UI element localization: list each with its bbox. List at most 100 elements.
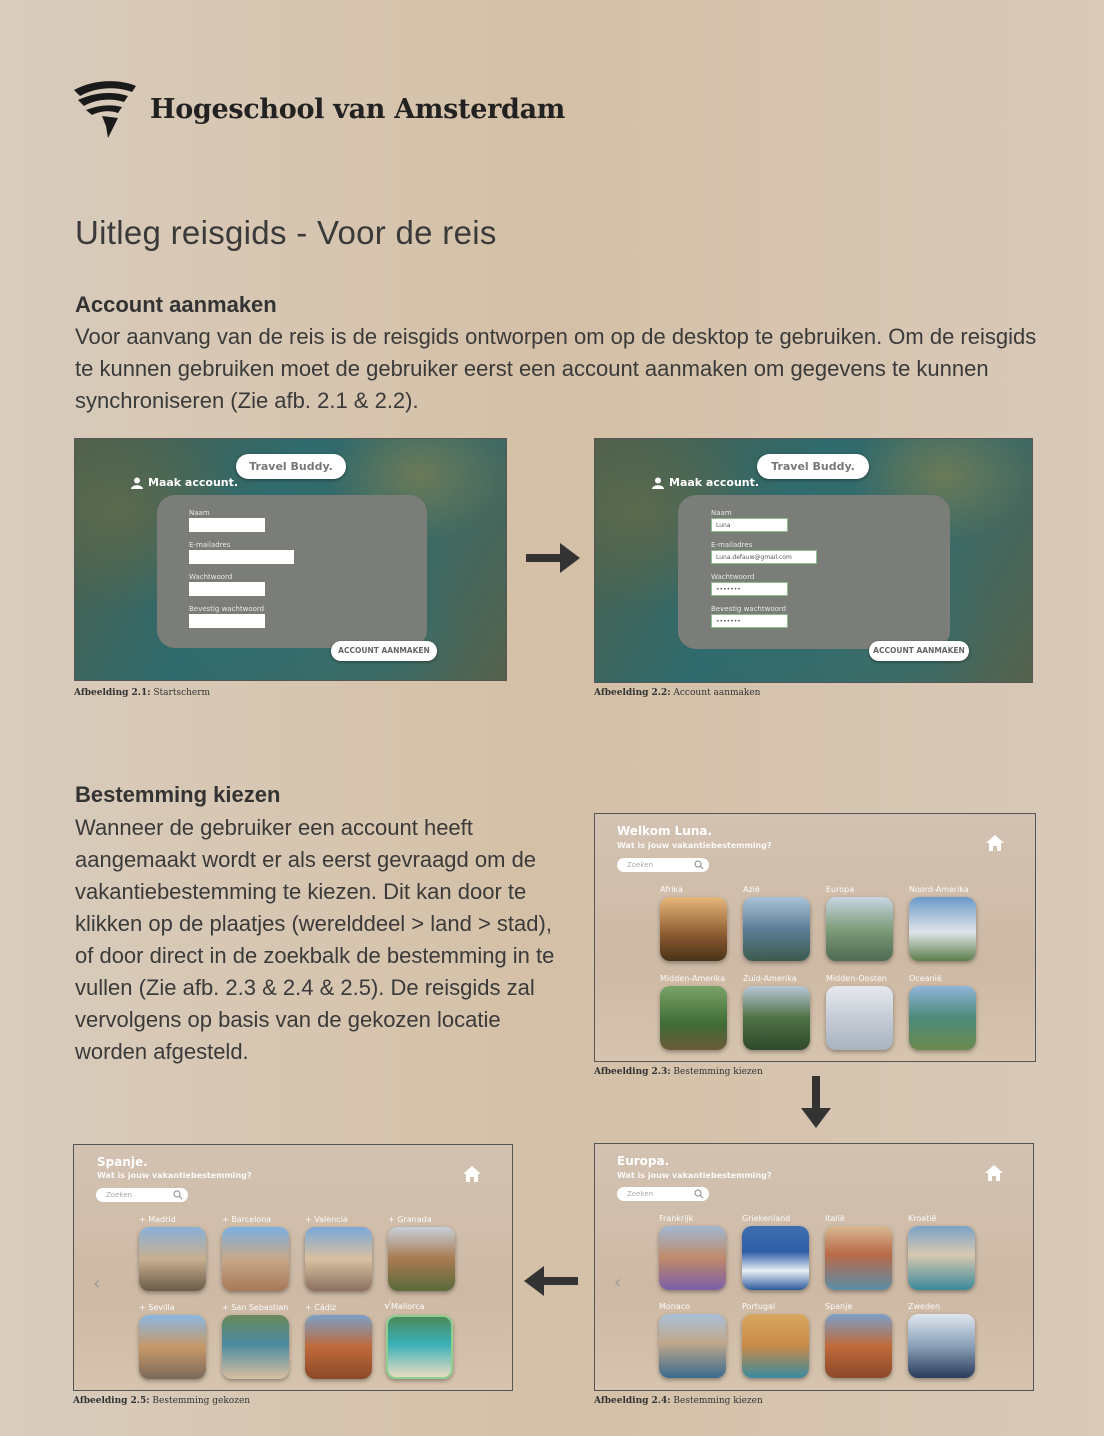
tile-label: Kroatië — [908, 1214, 937, 1223]
arrow-left-icon — [524, 1266, 578, 1296]
tile-valencia[interactable] — [305, 1227, 372, 1291]
password-input[interactable] — [189, 582, 265, 596]
arrow-down-icon — [801, 1076, 831, 1128]
create-account-button[interactable]: ACCOUNT AANMAKEN — [331, 641, 437, 661]
email-input[interactable]: Luna.defauw@gmail.com — [711, 550, 817, 564]
tile-midden-amerika[interactable] — [660, 986, 727, 1050]
tile-label-selected: √Mallorca — [384, 1299, 425, 1312]
tile-monaco[interactable] — [659, 1314, 726, 1378]
tile-label: Frankrijk — [659, 1214, 694, 1223]
naam-input[interactable] — [189, 518, 265, 532]
tile-frankrijk[interactable] — [659, 1226, 726, 1290]
tile-afrika[interactable] — [660, 897, 727, 961]
tile-griekenland[interactable] — [742, 1226, 809, 1290]
account-body: Voor aanvang van de reis is de reisgids … — [75, 324, 1037, 413]
screenshot-bestemming-gekozen: Spanje. Wat is jouw vakantiebestemming? … — [73, 1144, 513, 1391]
search-input[interactable]: Zoeken — [96, 1188, 188, 1202]
tile-label: Afrika — [660, 885, 683, 894]
tile-kroatie[interactable] — [908, 1226, 975, 1290]
confirm-password-input[interactable]: ••••••• — [711, 614, 788, 628]
field-label-bevestig: Bevestig wachtwoord — [711, 605, 787, 613]
chevron-left-icon[interactable]: ‹ — [614, 1272, 621, 1293]
screen-subtitle: Wat is jouw vakantiebestemming? — [617, 841, 772, 850]
destination-heading: Bestemming kiezen — [75, 782, 281, 807]
search-input[interactable]: Zoeken — [617, 1187, 709, 1201]
email-input[interactable] — [189, 550, 294, 564]
naam-input[interactable]: Luna — [711, 518, 788, 532]
destination-body: Wanneer de gebruiker een account heeft a… — [75, 815, 555, 1064]
chevron-left-icon[interactable]: ‹ — [93, 1273, 100, 1294]
tile-label: + Cádiz — [305, 1303, 337, 1312]
hva-logo-icon — [74, 81, 136, 138]
search-icon — [173, 1190, 183, 1200]
tile-label: + Barcelona — [222, 1215, 272, 1224]
tile-midden-oosten[interactable] — [826, 986, 893, 1050]
tile-label: Spanje — [825, 1302, 853, 1311]
tile-azie[interactable] — [743, 897, 810, 961]
page-title: Uitleg reisgids - Voor de reis — [75, 214, 497, 251]
tile-granada[interactable] — [388, 1227, 455, 1291]
tile-label: + Granada — [388, 1215, 432, 1224]
tile-madrid[interactable] — [139, 1227, 206, 1291]
screenshot-bestemming-kiezen-land: Europa. Wat is jouw vakantiebestemming? … — [594, 1143, 1034, 1391]
caption-2-4: Afbeelding 2.4: Bestemming kiezen — [594, 1396, 763, 1406]
user-icon — [131, 477, 143, 489]
tile-label: Italië — [825, 1214, 845, 1223]
create-account-button[interactable]: ACCOUNT AANMAKEN — [869, 641, 969, 661]
brand-name: Hogeschool van Amsterdam — [150, 93, 566, 125]
caption-2-2: Afbeelding 2.2: Account aanmaken — [594, 688, 761, 698]
caption-2-3: Afbeelding 2.3: Bestemming kiezen — [594, 1067, 763, 1077]
tile-europa[interactable] — [826, 897, 893, 961]
screenshot-startscherm: Travel Buddy. Maak account. Naam E-maila… — [74, 438, 507, 681]
field-label-naam: Naam — [711, 509, 732, 517]
tile-san-sebastian[interactable] — [222, 1315, 289, 1379]
tile-label: Europa — [826, 885, 855, 894]
tile-barcelona[interactable] — [222, 1227, 289, 1291]
brand-logo: Hogeschool van Amsterdam — [72, 78, 565, 140]
create-account-label: Maak account. — [131, 476, 238, 489]
tile-label: Midden-Amerika — [660, 974, 726, 983]
tile-portugal[interactable] — [742, 1314, 809, 1378]
screenshot-bestemming-kiezen-werelddeel: Welkom Luna. Wat is jouw vakantiebestemm… — [594, 813, 1036, 1062]
tile-cadiz[interactable] — [305, 1315, 372, 1379]
user-icon — [652, 477, 664, 489]
arrow-right-icon — [526, 543, 580, 573]
tile-oceanie[interactable] — [909, 986, 976, 1050]
home-icon[interactable] — [985, 834, 1005, 852]
tile-label: Griekenland — [742, 1214, 791, 1223]
app-name-pill: Travel Buddy. — [236, 454, 346, 479]
screen-subtitle: Wat is jouw vakantiebestemming? — [617, 1171, 772, 1180]
search-icon — [694, 1189, 704, 1199]
tile-label: + San Sebastian — [222, 1303, 289, 1312]
tile-label: Midden-Oosten — [826, 974, 887, 983]
field-label-wachtwoord: Wachtwoord — [711, 573, 755, 581]
password-input[interactable]: ••••••• — [711, 582, 788, 596]
tile-label: + Sevilla — [139, 1303, 175, 1312]
tile-label: Oceanië — [909, 974, 942, 983]
field-label-bevestig: Bevestig wachtwoord — [189, 605, 265, 613]
screen-title: Europa. — [617, 1154, 670, 1168]
tile-mallorca-selected[interactable] — [386, 1315, 453, 1379]
search-input[interactable]: Zoeken — [617, 858, 709, 872]
tile-label: Noord-Amerika — [909, 885, 969, 894]
account-form-panel: Naam Luna E-mailadres Luna.defauw@gmail.… — [678, 495, 950, 649]
app-name-pill: Travel Buddy. — [757, 454, 869, 479]
home-icon[interactable] — [984, 1164, 1004, 1182]
account-form-panel: Naam E-mailadres Wachtwoord Bevestig wac… — [157, 495, 427, 648]
search-icon — [694, 860, 704, 870]
tile-label: Monaco — [659, 1302, 691, 1311]
tile-zuid-amerika[interactable] — [743, 986, 810, 1050]
tile-italie[interactable] — [825, 1226, 892, 1290]
tile-zweden[interactable] — [908, 1314, 975, 1378]
confirm-password-input[interactable] — [189, 614, 265, 628]
field-label-naam: Naam — [189, 509, 210, 517]
tile-spanje[interactable] — [825, 1314, 892, 1378]
home-icon[interactable] — [462, 1165, 482, 1183]
tile-label: Azië — [743, 885, 760, 894]
screen-subtitle: Wat is jouw vakantiebestemming? — [97, 1171, 252, 1180]
tile-label: Zweden — [908, 1302, 941, 1311]
tile-sevilla[interactable] — [139, 1315, 206, 1379]
screen-title: Welkom Luna. — [617, 824, 713, 838]
tile-label: Zuid-Amerika — [743, 974, 797, 983]
tile-noord-amerika[interactable] — [909, 897, 976, 961]
